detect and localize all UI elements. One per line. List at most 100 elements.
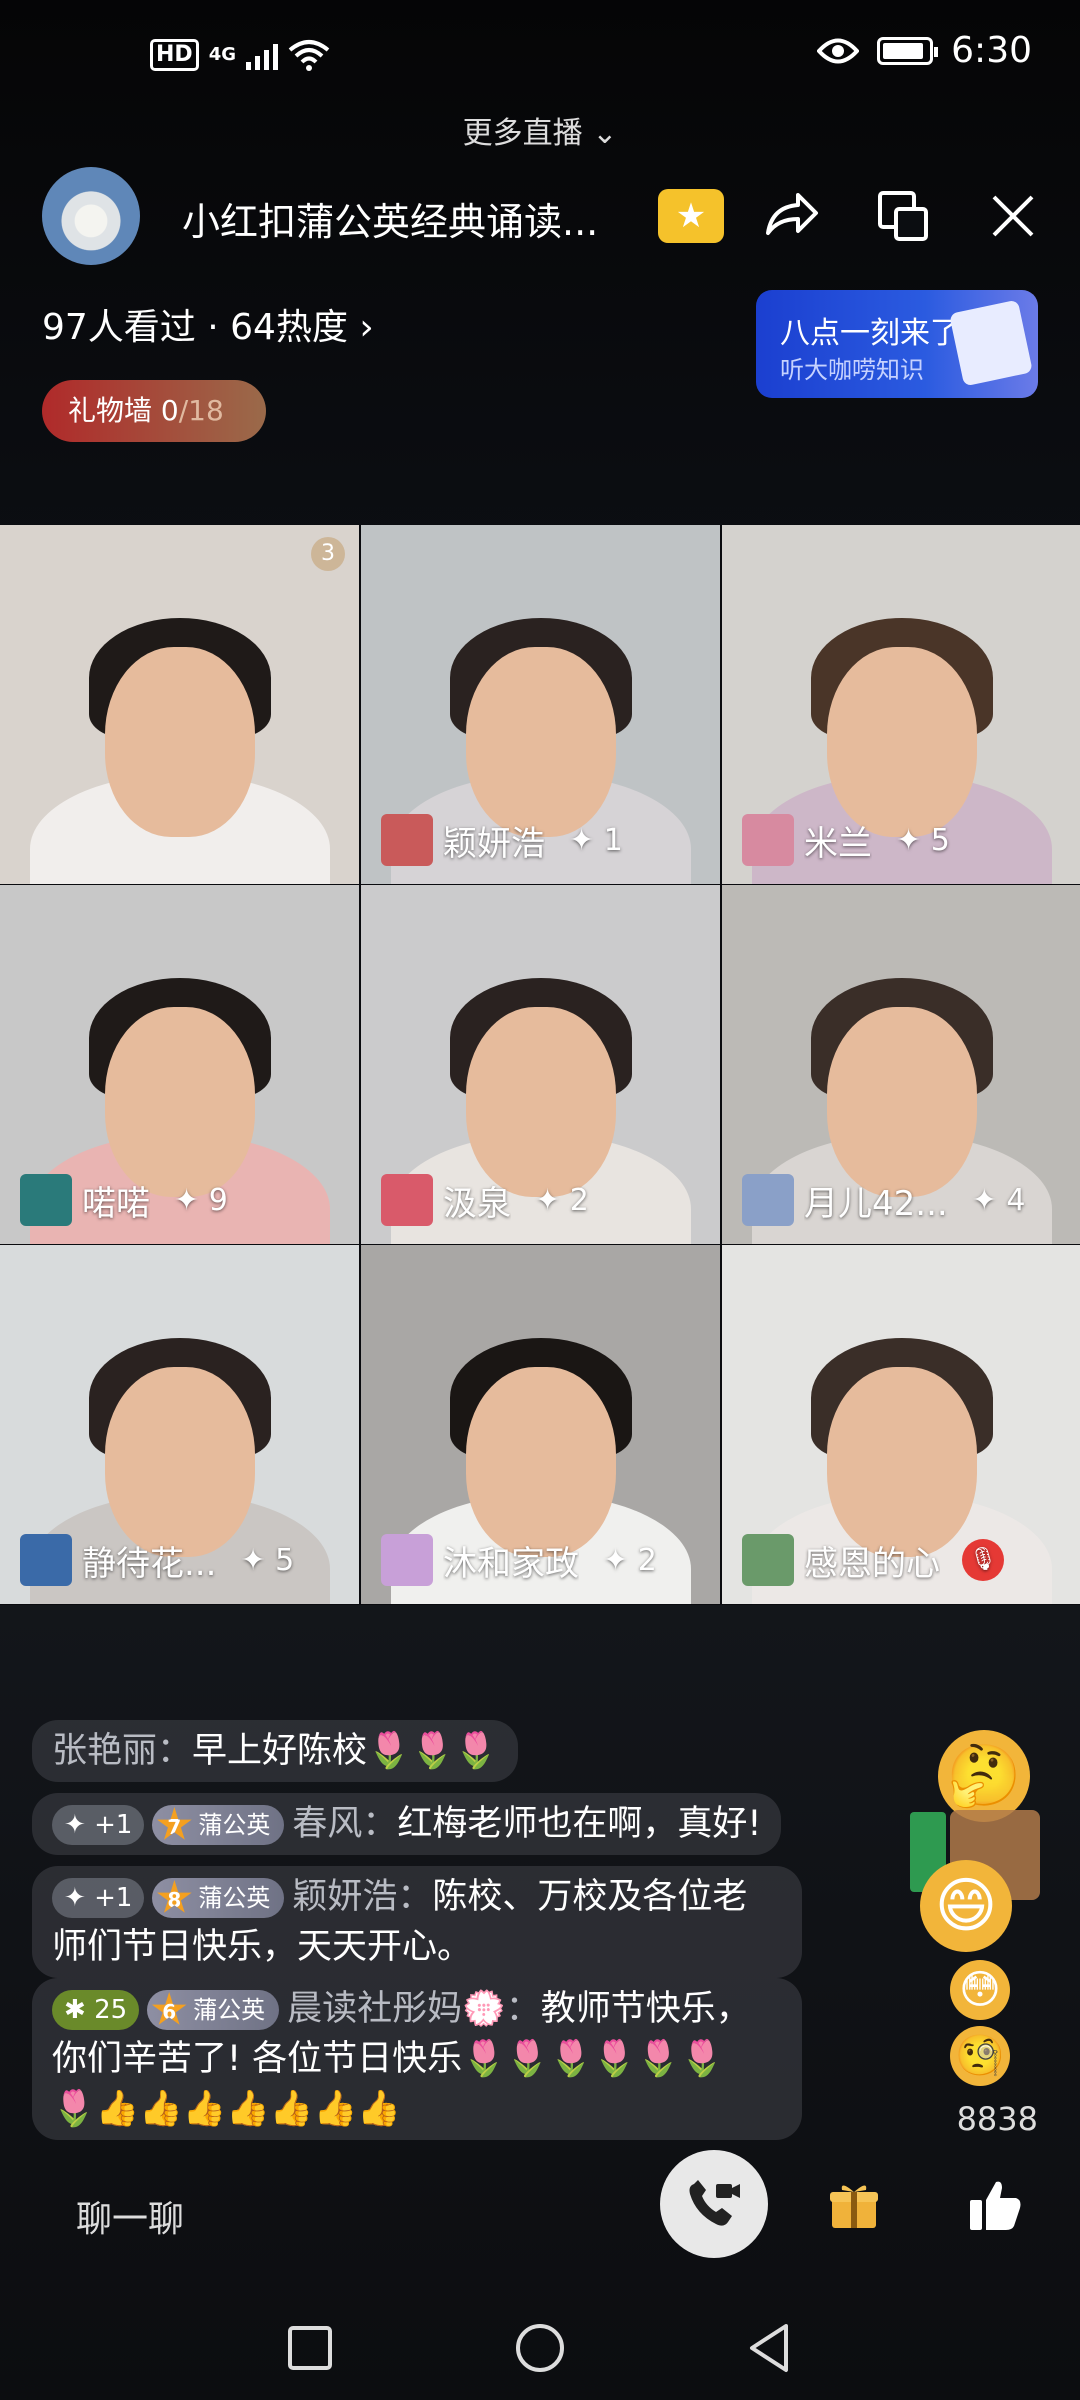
promo-banner[interactable]: 八点一刻来了 听大咖唠知识 [756, 290, 1038, 398]
gift-wall-label: 礼物墙 [68, 394, 161, 427]
reaction-emoji-stack: 🤔 😄 😳 🧐 [910, 1720, 1040, 2150]
clock: 6:30 [951, 30, 1032, 71]
signal-icon [246, 40, 278, 70]
promo-art-icon [949, 299, 1033, 387]
chat-text-cont: 你们辛苦了! 各位节日快乐 [52, 2039, 463, 2079]
plus-value: +1 [94, 1810, 133, 1840]
network-type: 4G [208, 44, 236, 65]
participant-name: 沐和家政 [443, 1543, 579, 1584]
participant-score: ✦ 2 [535, 1182, 589, 1218]
participant-name: 感恩的心 [804, 1543, 940, 1584]
battery-icon [877, 36, 939, 65]
chat-message[interactable]: ✦ +1 7 蒲公英 春风：红梅老师也在啊，真好! [32, 1793, 782, 1855]
video-tile[interactable]: 喏喏 ✦ 9 [0, 885, 359, 1244]
plus-value: 25 [94, 1995, 128, 2025]
viewer-stats[interactable]: 97人看过 · 64热度 › [42, 298, 374, 350]
smile-emoji-icon: 😄 [920, 1860, 1012, 1952]
video-tile[interactable]: 月儿42... ✦ 4 [722, 885, 1080, 1244]
share-icon[interactable] [760, 185, 822, 247]
flower-emoji: 🌷🌷🌷🌷🌷🌷 [462, 2039, 724, 2079]
chat-message[interactable]: ✦ +1 8 蒲公英 颖妍浩：陈校、万校及各位老 师们节日快乐，天天开心。 [32, 1866, 802, 1978]
video-tile[interactable]: 感恩的心 🎙 [722, 1245, 1080, 1604]
level-star-icon: 6 [151, 1992, 187, 2025]
like-count: 8838 [956, 2100, 1038, 2138]
level-star-icon: 8 [157, 1880, 192, 1913]
participant-face [465, 647, 616, 838]
shock-emoji-icon: 😳 [950, 1960, 1010, 2020]
video-tile[interactable]: 颖妍浩 ✦ 1 [361, 525, 720, 884]
participant-face [104, 647, 255, 838]
club-name: 蒲公英 [198, 1811, 271, 1839]
status-left: HD 4G [150, 38, 330, 72]
flower-emoji: 🌷 [52, 2089, 96, 2129]
chat-colon: ： [397, 1877, 433, 1917]
participant-score: ✦ 4 [971, 1182, 1026, 1218]
participant-face [465, 1007, 616, 1198]
video-tile[interactable]: 静待花... ✦ 5 [0, 1245, 359, 1604]
participant-face [104, 1007, 255, 1198]
score-value: 4 [1006, 1182, 1026, 1218]
participant-label: 米兰 ✦ 5 [742, 814, 950, 866]
thumbs-emoji: 👍👍👍👍👍👍👍 [95, 2089, 401, 2129]
participant-avatar [742, 1174, 794, 1226]
participant-label: 喏喏 ✦ 9 [20, 1174, 228, 1226]
plus-chip: ✦ +1 [52, 1805, 145, 1845]
gift-icon[interactable] [828, 2180, 880, 2232]
chat-text: 教师节快乐， [540, 1989, 751, 2029]
club-badge: 6 蒲公英 [147, 1990, 280, 2030]
participant-label: 颖妍浩 ✦ 1 [381, 814, 623, 866]
close-icon[interactable] [982, 185, 1044, 247]
participant-avatar [381, 1174, 433, 1226]
chat-input-button[interactable]: 聊一聊 [76, 2190, 184, 2242]
participant-name: 月儿42... [804, 1183, 948, 1224]
video-grid: 3 颖妍浩 ✦ 1 米兰 ✦ 5 喏喏 ✦ 9 汲泉 ✦ 2 月儿42... ✦ 4 静待花... ✦ … [0, 525, 1080, 1605]
video-tile[interactable]: 米兰 ✦ 5 [722, 525, 1080, 884]
chat-user: 春风 [292, 1804, 363, 1844]
participant-avatar [20, 1174, 72, 1226]
host-avatar[interactable] [42, 167, 140, 265]
participant-score: ✦ 1 [569, 822, 623, 858]
participant-avatar [20, 1534, 72, 1586]
more-live-label: 更多直播 [462, 116, 583, 151]
participant-score: ✦ 9 [174, 1182, 228, 1218]
chevron-down-icon: ⌄ [592, 116, 618, 151]
club-badge: 7 蒲公英 [152, 1805, 285, 1845]
system-nav-bar [0, 2300, 1080, 2400]
viewer-stats-text: 97人看过 · 64热度 [42, 307, 348, 348]
tile-count-badge: 3 [311, 537, 345, 571]
participant-face [465, 1367, 616, 1558]
video-call-button[interactable] [660, 2150, 768, 2258]
score-value: 2 [637, 1542, 657, 1578]
participant-score: ✦ 5 [896, 822, 950, 858]
gift-wall-total: /18 [178, 394, 224, 427]
video-tile[interactable]: 3 [0, 525, 359, 884]
live-title[interactable]: 小红扣蒲公英经典诵读... [182, 191, 642, 246]
more-live-button[interactable]: 更多直播 ⌄ [0, 108, 1080, 152]
recent-apps-icon[interactable] [282, 2320, 338, 2376]
status-right: 6:30 [817, 30, 1032, 71]
hd-indicator: HD [150, 39, 199, 71]
chat-message[interactable]: ✱ 25 6 蒲公英 晨读社彤妈💮：教师节快乐， 你们辛苦了! 各位节日快乐🌷🌷🌷🌷🌷🌷… [32, 1978, 802, 2140]
home-icon[interactable] [512, 2320, 568, 2376]
participant-name: 喏喏 [82, 1183, 150, 1224]
video-tile[interactable]: 沐和家政 ✦ 2 [361, 1245, 720, 1604]
back-icon[interactable] [742, 2320, 798, 2376]
chat-colon: ： [362, 1804, 398, 1844]
chevron-right-icon: › [359, 307, 374, 348]
chat-text-cont: 师们节日快乐，天天开心。 [52, 1927, 473, 1967]
gift-wall-button[interactable]: 礼物墙 0/18 [42, 380, 266, 442]
participant-avatar [742, 1534, 794, 1586]
star-badge-icon[interactable]: ★ [658, 189, 724, 243]
chat-message[interactable]: 张艳丽：早上好陈校🌷🌷🌷 [32, 1720, 518, 1782]
participant-name: 静待花... [82, 1543, 217, 1584]
floating-window-icon[interactable] [872, 185, 934, 247]
thumbs-up-icon[interactable] [968, 2178, 1022, 2232]
score-value: 5 [275, 1542, 295, 1578]
chat-colon: ： [505, 1989, 541, 2029]
participant-avatar [742, 814, 794, 866]
bottom-bar: 聊一聊 [0, 2150, 1080, 2270]
participant-label: 月儿42... ✦ 4 [742, 1174, 1025, 1226]
gift-wall-count: 0 [160, 394, 179, 427]
video-tile[interactable]: 汲泉 ✦ 2 [361, 885, 720, 1244]
level-star-icon: 7 [157, 1807, 192, 1840]
